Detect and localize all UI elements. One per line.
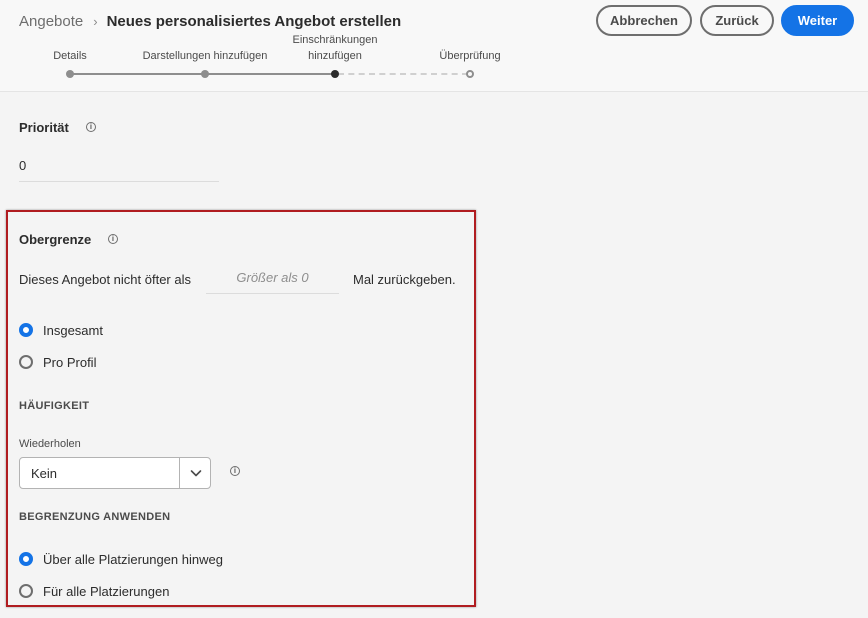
priority-input[interactable]: 0: [19, 152, 219, 182]
dropdown-divider: [179, 458, 180, 488]
step-label-renditions: Darstellungen hinzufügen: [142, 50, 268, 62]
cap-sentence-before: Dieses Angebot nicht öfter als: [19, 272, 191, 287]
cap-count-input[interactable]: Größer als 0: [206, 264, 339, 294]
info-icon[interactable]: i: [108, 234, 118, 244]
apply-cap-heading: BEGRENZUNG ANWENDEN: [19, 511, 171, 523]
radio-across-placements-label[interactable]: Über alle Platzierungen hinweg: [43, 552, 223, 567]
info-icon[interactable]: i: [86, 122, 96, 132]
priority-title: Priorität: [19, 120, 69, 135]
breadcrumb: Angebote › Neues personalisiertes Angebo…: [19, 11, 401, 31]
step-label-constraints-line1: Einschränkungen: [292, 34, 378, 46]
step-label-details: Details: [53, 50, 87, 62]
radio-per-profile-label[interactable]: Pro Profil: [43, 355, 96, 370]
frequency-heading: HÄUFIGKEIT: [19, 400, 90, 412]
radio-each-placement-label[interactable]: Für alle Platzierungen: [43, 584, 169, 599]
radio-across-placements[interactable]: [19, 552, 33, 566]
step-dot-review[interactable]: [466, 70, 474, 78]
info-icon[interactable]: i: [230, 466, 240, 476]
step-dot-renditions[interactable]: [201, 70, 209, 78]
radio-per-profile[interactable]: [19, 355, 33, 369]
step-label-constraints-line2: hinzufügen: [308, 50, 362, 62]
chevron-right-icon: ›: [93, 13, 98, 29]
repeat-label: Wiederholen: [19, 438, 81, 450]
page-header: Angebote › Neues personalisiertes Angebo…: [0, 0, 868, 92]
radio-each-placement[interactable]: [19, 584, 33, 598]
repeat-dropdown-value: Kein: [31, 466, 58, 481]
progress-stepper: Details Darstellungen hinzufügen Einschr…: [0, 30, 868, 90]
cap-title: Obergrenze: [19, 232, 92, 247]
priority-value: 0: [19, 158, 27, 173]
breadcrumb-parent-link[interactable]: Angebote: [19, 13, 83, 30]
radio-total[interactable]: [19, 323, 33, 337]
repeat-dropdown[interactable]: Kein: [19, 457, 211, 489]
step-dot-details[interactable]: [66, 70, 74, 78]
chevron-down-icon[interactable]: [190, 468, 202, 478]
step-dot-constraints[interactable]: [331, 70, 339, 78]
stepper-line-remaining: [338, 73, 468, 75]
radio-total-label[interactable]: Insgesamt: [43, 323, 103, 338]
step-label-review: Überprüfung: [439, 50, 501, 62]
page-title: Neues personalisiertes Angebot erstellen: [106, 12, 402, 30]
cap-sentence-after: Mal zurückgeben.: [353, 272, 456, 287]
